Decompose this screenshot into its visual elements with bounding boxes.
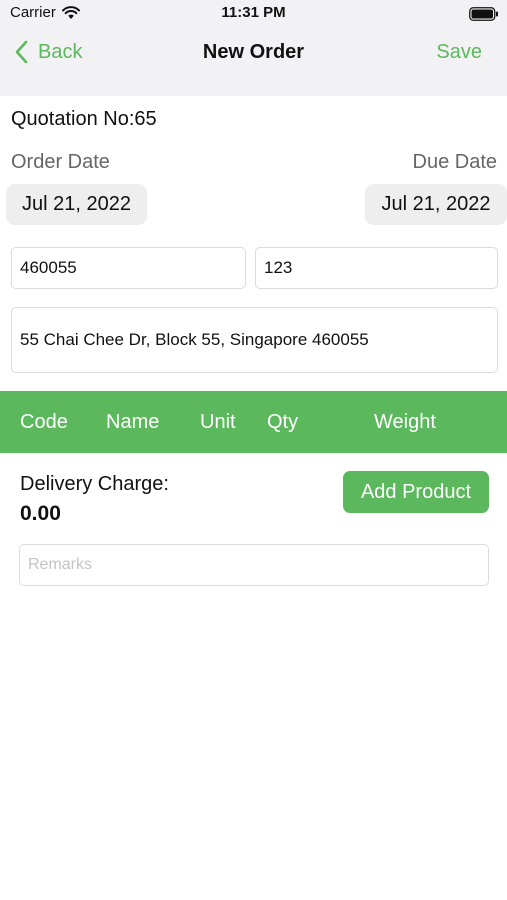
- postal-code-value: 460055: [20, 258, 77, 277]
- order-date-picker[interactable]: Jul 21, 2022: [6, 184, 147, 225]
- postal-code-field[interactable]: 460055: [11, 247, 246, 289]
- due-date-picker[interactable]: Jul 21, 2022: [365, 184, 507, 225]
- order-date-label: Order Date: [11, 151, 110, 173]
- product-table-header: Code Name Unit Qty Weight: [0, 391, 507, 453]
- quotation-number: Quotation No:65: [11, 108, 157, 130]
- column-header-unit: Unit: [200, 411, 236, 433]
- address-value: 55 Chai Chee Dr, Block 55, Singapore 460…: [20, 330, 369, 349]
- status-bar: Carrier 11:31 PM: [0, 0, 507, 30]
- unit-number-field[interactable]: 123: [255, 247, 498, 289]
- delivery-charge-value: 0.00: [20, 502, 61, 525]
- delivery-charge-label: Delivery Charge:: [20, 473, 169, 495]
- status-time: 11:31 PM: [221, 4, 286, 21]
- unit-number-value: 123: [264, 258, 293, 277]
- column-header-name: Name: [106, 411, 160, 433]
- add-product-button[interactable]: Add Product: [343, 471, 489, 513]
- battery-icon: [469, 7, 499, 26]
- page-title: New Order: [202, 41, 305, 63]
- save-button[interactable]: Save: [436, 41, 482, 64]
- due-date-label: Due Date: [412, 151, 498, 173]
- navigation-bar: Back New Order Save: [0, 30, 507, 96]
- address-field[interactable]: 55 Chai Chee Dr, Block 55, Singapore 460…: [11, 307, 498, 373]
- column-header-code: Code: [20, 411, 68, 433]
- column-header-qty: Qty: [267, 411, 299, 433]
- remarks-input[interactable]: [19, 544, 489, 586]
- column-header-weight: Weight: [374, 411, 436, 433]
